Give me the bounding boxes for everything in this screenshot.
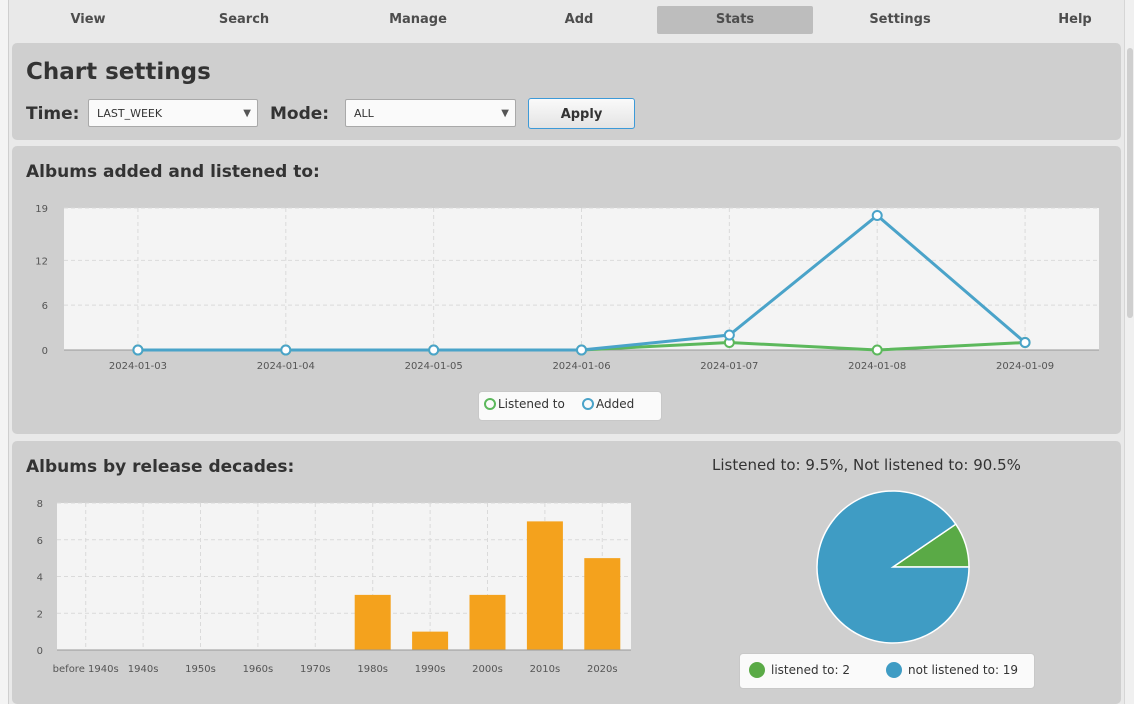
bar-2000s: [469, 594, 506, 650]
window-left-edge: [0, 0, 9, 704]
data-point-added: [723, 329, 735, 341]
pie-slice-not-listened: [816, 490, 970, 644]
legend-listened-marker-icon: [484, 398, 496, 410]
x-tick-label: 2024-01-08: [848, 361, 906, 372]
main-tab-bar: View Search Manage Add Stats Settings He…: [10, 0, 1122, 38]
x-tick-label: 2024-01-06: [552, 361, 610, 372]
x-tick-label: 2024-01-03: [109, 361, 167, 372]
mode-select[interactable]: ALL ▼: [345, 99, 516, 127]
data-point-added: [871, 209, 883, 221]
chart-settings-panel: Chart settings Time: LAST_WEEK ▼ Mode: A…: [12, 43, 1121, 140]
legend-not-listened-dot-icon: [886, 662, 902, 678]
bar-1990s: [412, 631, 449, 650]
time-label: Time:: [26, 104, 80, 124]
mode-select-value: ALL: [354, 107, 374, 120]
tab-add[interactable]: Add: [501, 6, 657, 34]
page-title: Chart settings: [26, 59, 211, 85]
pie-chart-title: Listened to: 9.5%, Not listened to: 90.5…: [712, 456, 1021, 474]
bar-1980s: [354, 594, 391, 650]
legend-not-listened-count: not listened to: 19: [908, 663, 1019, 677]
data-point-added: [132, 344, 144, 356]
chevron-down-icon: ▼: [501, 108, 509, 119]
y-tick-label: 0: [37, 646, 43, 657]
x-tick-label: 2000s: [472, 664, 503, 675]
legend-added-marker-icon: [582, 398, 594, 410]
x-tick-label: 1960s: [243, 664, 274, 675]
bar-chart: 0 2 4 6 8 before 1940s 1940s 1950s 1960s 1970s 198…: [37, 499, 631, 675]
y-tick-label: 6: [37, 536, 43, 547]
tab-settings[interactable]: Settings: [822, 6, 978, 34]
x-tick-label: 2024-01-04: [257, 361, 315, 372]
data-point-added: [428, 344, 440, 356]
x-tick-label: 2024-01-05: [405, 361, 463, 372]
x-tick-label: 2010s: [530, 664, 561, 675]
tab-help[interactable]: Help: [1000, 6, 1134, 34]
legend-listened-label: Listened to: [498, 397, 565, 411]
time-select[interactable]: LAST_WEEK ▼: [88, 99, 258, 127]
tab-stats[interactable]: Stats: [657, 6, 813, 34]
y-tick-label: 2: [37, 609, 43, 620]
data-point-added: [1019, 337, 1031, 349]
legend-listened-count: listened to: 2: [771, 663, 850, 677]
x-tick-label: before 1940s: [53, 664, 119, 675]
albums-line-chart-panel: Albums added and listened to: 0 6 12 19 2024…: [12, 146, 1121, 434]
tab-search[interactable]: Search: [166, 6, 322, 34]
y-tick-label: 6: [42, 301, 48, 312]
y-tick-label: 19: [35, 204, 48, 215]
legend-listened-dot-icon: [749, 662, 765, 678]
time-select-value: LAST_WEEK: [97, 107, 163, 120]
scrollbar-thumb[interactable]: [1127, 48, 1133, 318]
x-tick-label: 1950s: [185, 664, 216, 675]
vertical-scrollbar[interactable]: [1124, 0, 1134, 704]
y-tick-label: 12: [35, 256, 48, 267]
pie-chart-legend: listened to: 2 not listened to: 19: [739, 653, 1035, 689]
pie-chart: [816, 490, 970, 644]
x-tick-label: 1940s: [128, 664, 159, 675]
tab-manage[interactable]: Manage: [340, 6, 496, 34]
decades-and-listened-panel: Albums by release decades: 0 2 4 6 8 before 1…: [12, 441, 1121, 704]
y-tick-label: 0: [42, 346, 48, 357]
data-point-added: [280, 344, 292, 356]
x-tick-label: 2024-01-07: [700, 361, 758, 372]
data-point-added: [576, 344, 587, 356]
apply-button[interactable]: Apply: [528, 98, 635, 129]
x-tick-label: 2020s: [587, 664, 618, 675]
bar-2020s: [584, 558, 621, 650]
y-tick-label: 8: [37, 499, 43, 510]
data-point-listened: [871, 344, 883, 356]
tab-view[interactable]: View: [10, 6, 166, 34]
x-tick-label: 1970s: [300, 664, 331, 675]
x-tick-label: 1980s: [357, 664, 388, 675]
bar-2010s: [526, 521, 563, 650]
line-chart-legend: Listened to Added: [478, 391, 662, 421]
y-tick-label: 4: [37, 573, 43, 584]
x-tick-label: 1990s: [415, 664, 446, 675]
legend-added-label: Added: [596, 397, 635, 411]
x-tick-label: 2024-01-09: [996, 361, 1054, 372]
mode-label: Mode:: [270, 104, 330, 124]
chevron-down-icon: ▼: [243, 108, 251, 119]
